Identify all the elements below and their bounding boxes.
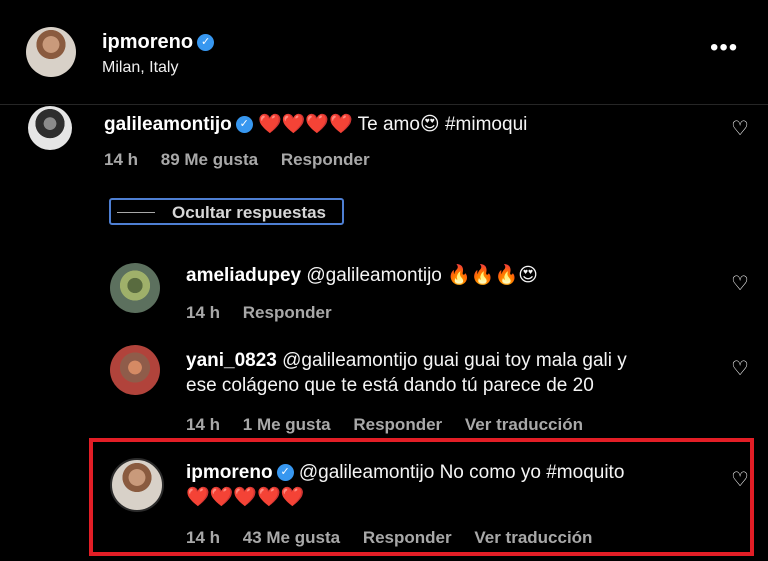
avatar[interactable]	[26, 27, 76, 77]
reply-item: ameliadupey @galileamontijo 🔥🔥🔥😍 14 h Re…	[0, 258, 768, 328]
post-location[interactable]: Milan, Italy	[102, 59, 178, 77]
heart-outline-icon[interactable]: ♡	[729, 358, 751, 380]
comment-text: ese colágeno que te está dando tú parece…	[186, 375, 594, 396]
translate-button[interactable]: Ver traducción	[474, 528, 592, 547]
comment-meta: 14 h 43 Me gusta Responder Ver traducció…	[186, 528, 610, 548]
post-username[interactable]: ipmoreno ✓	[102, 31, 215, 54]
hide-replies-button[interactable]: Ocultar respuestas	[109, 198, 344, 225]
comment-text: ❤️❤️❤️❤️❤️	[186, 487, 305, 508]
comment-username[interactable]: galileamontijo	[104, 114, 232, 135]
avatar[interactable]	[110, 345, 160, 395]
comment-likes[interactable]: 43 Me gusta	[243, 528, 340, 547]
avatar[interactable]	[110, 458, 164, 512]
translate-button[interactable]: Ver traducción	[465, 415, 583, 434]
comment-text: @galileamontijo No como yo #moquito	[298, 462, 625, 483]
reply-button[interactable]: Responder	[281, 150, 370, 169]
comment-meta: 14 h Responder	[186, 303, 350, 323]
reply-item: yani_0823 @galileamontijo guai guai toy …	[0, 343, 768, 435]
comment-meta: 14 h 1 Me gusta Responder Ver traducción	[186, 415, 601, 435]
heart-outline-icon[interactable]: ♡	[729, 118, 751, 140]
comment-likes[interactable]: 1 Me gusta	[243, 415, 331, 434]
comment-meta: 14 h 89 Me gusta Responder	[104, 150, 388, 170]
comment-time: 14 h	[186, 528, 221, 547]
comment: galileamontijo ✓ ❤️❤️❤️❤️ Te amo😍 #mimoqu…	[0, 106, 768, 196]
avatar[interactable]	[28, 106, 72, 150]
comment-likes[interactable]: 89 Me gusta	[161, 150, 258, 169]
comment-time: 14 h	[104, 150, 139, 169]
comment-username[interactable]: yani_0823	[186, 350, 277, 371]
more-options-icon[interactable]: •••	[710, 34, 738, 62]
comment-text: @galileamontijo 🔥🔥🔥😍	[306, 265, 538, 286]
verified-badge-icon: ✓	[235, 116, 253, 134]
divider	[117, 212, 155, 213]
heart-outline-icon[interactable]: ♡	[729, 469, 751, 491]
comment-time: 14 h	[186, 303, 221, 322]
reply-item: ipmoreno ✓ @galileamontijo No como yo #mo…	[0, 455, 768, 555]
comment-time: 14 h	[186, 415, 221, 434]
heart-outline-icon[interactable]: ♡	[729, 273, 751, 295]
comment-text: ❤️❤️❤️❤️ Te amo😍 #mimoqui	[258, 114, 528, 135]
comment-text: @galileamontijo guai guai toy mala gali …	[282, 350, 627, 371]
verified-badge-icon: ✓	[197, 34, 215, 52]
comment-username[interactable]: ipmoreno	[186, 462, 273, 483]
avatar[interactable]	[110, 263, 160, 313]
reply-button[interactable]: Responder	[353, 415, 442, 434]
reply-button[interactable]: Responder	[243, 303, 332, 322]
post-header: ipmoreno ✓ Milan, Italy •••	[0, 0, 768, 105]
reply-button[interactable]: Responder	[363, 528, 452, 547]
verified-badge-icon: ✓	[276, 464, 294, 482]
comment-username[interactable]: ameliadupey	[186, 265, 301, 286]
